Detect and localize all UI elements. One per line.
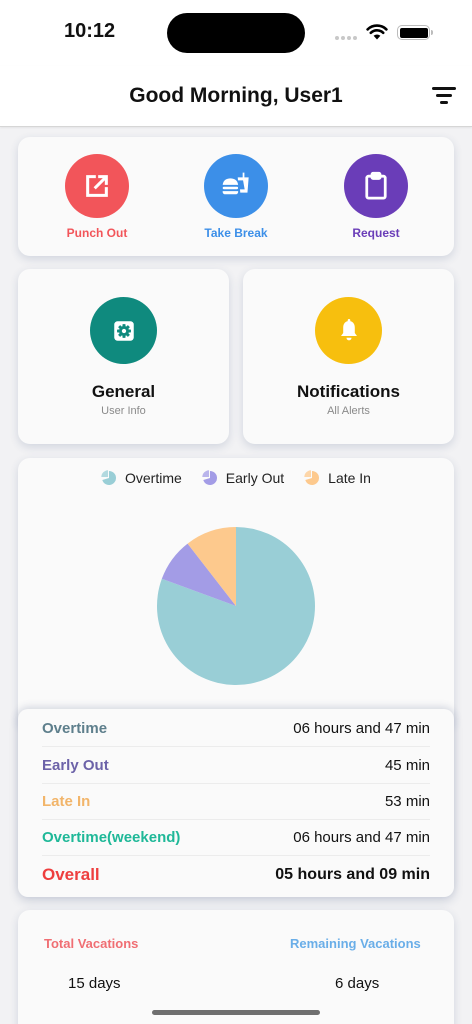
take-break-label: Take Break [204, 226, 268, 240]
general-tile[interactable]: General User Info [18, 269, 229, 444]
total-vacations-value: 15 days [68, 975, 121, 992]
bell-icon [340, 318, 357, 340]
stat-label: Overtime [42, 720, 108, 737]
quick-actions-card: Punch Out Take Break Request [18, 137, 454, 256]
status-bar: 10:12 [0, 0, 472, 66]
external-link-icon [86, 175, 108, 197]
stat-label: Late In [42, 793, 91, 810]
stat-label: Overtime(weekend) [42, 829, 181, 846]
stat-label: Early Out [42, 757, 109, 774]
take-break-circle [204, 154, 268, 218]
vacations-card: Total Vacations 15 days Remaining Vacati… [18, 910, 454, 1024]
status-time: 10:12 [64, 20, 116, 42]
stat-label: Overall [42, 865, 100, 884]
battery-icon [397, 25, 433, 40]
stat-value: 06 hours and 47 min [293, 829, 430, 846]
legend-late-in-swatch [304, 470, 320, 485]
stat-row-overtime-weekend: Overtime(weekend) 06 hours and 47 min [42, 820, 430, 856]
signal-icon [335, 36, 357, 40]
wifi-icon [366, 24, 388, 40]
legend-late-in-label: Late In [328, 470, 371, 486]
greeting-title: Good Morning, User1 [129, 84, 343, 107]
filter-button[interactable] [430, 85, 458, 107]
stat-row-late-in: Late In 53 min [42, 784, 430, 820]
remaining-vacations-label: Remaining Vacations [290, 936, 421, 951]
pie-chart [156, 527, 315, 685]
fastfood-icon [222, 172, 249, 195]
legend-item-overtime: Overtime [101, 470, 182, 486]
dynamic-island [167, 13, 305, 53]
stat-row-overtime: Overtime 06 hours and 47 min [42, 711, 430, 747]
request-label: Request [352, 226, 400, 240]
settings-icon [113, 320, 134, 341]
notifications-subtitle: All Alerts [327, 405, 370, 417]
punch-out-label: Punch Out [66, 226, 128, 240]
general-circle [90, 297, 157, 364]
remaining-vacations-value: 6 days [335, 975, 380, 992]
legend-item-early-out: Early Out [202, 470, 284, 486]
chart-legend: Overtime Early Out Late In [18, 470, 454, 486]
legend-early-out-label: Early Out [225, 470, 285, 486]
total-vacations-label: Total Vacations [44, 936, 139, 951]
app-header: Good Morning, User1 [0, 66, 472, 127]
chart-card: Overtime Early Out Late In [18, 458, 454, 728]
stat-value: 53 min [384, 793, 430, 810]
general-subtitle: User Info [101, 405, 146, 417]
punch-out-button[interactable]: Punch Out [37, 154, 157, 240]
legend-early-out-swatch [202, 470, 217, 485]
notifications-circle [315, 297, 382, 364]
clipboard-icon [365, 171, 387, 200]
notifications-title: Notifications [297, 382, 400, 401]
request-circle [344, 154, 408, 218]
legend-overtime-swatch [101, 470, 117, 485]
legend-item-late-in: Late In [304, 470, 371, 486]
take-break-button[interactable]: Take Break [176, 154, 296, 240]
legend-overtime-label: Overtime [125, 470, 182, 486]
stat-value: 05 hours and 09 min [275, 866, 430, 883]
home-indicator [152, 1010, 320, 1015]
request-button[interactable]: Request [316, 154, 436, 240]
stat-row-overall: Overall 05 hours and 09 min [42, 857, 430, 893]
general-title: General [91, 382, 156, 401]
punch-out-circle [65, 154, 129, 218]
notifications-tile[interactable]: Notifications All Alerts [243, 269, 454, 444]
stat-value: 06 hours and 47 min [293, 720, 430, 737]
stats-card: Overtime 06 hours and 47 min Early Out 4… [18, 709, 454, 897]
stat-value: 45 min [384, 757, 430, 774]
stat-row-early-out: Early Out 45 min [42, 748, 430, 784]
